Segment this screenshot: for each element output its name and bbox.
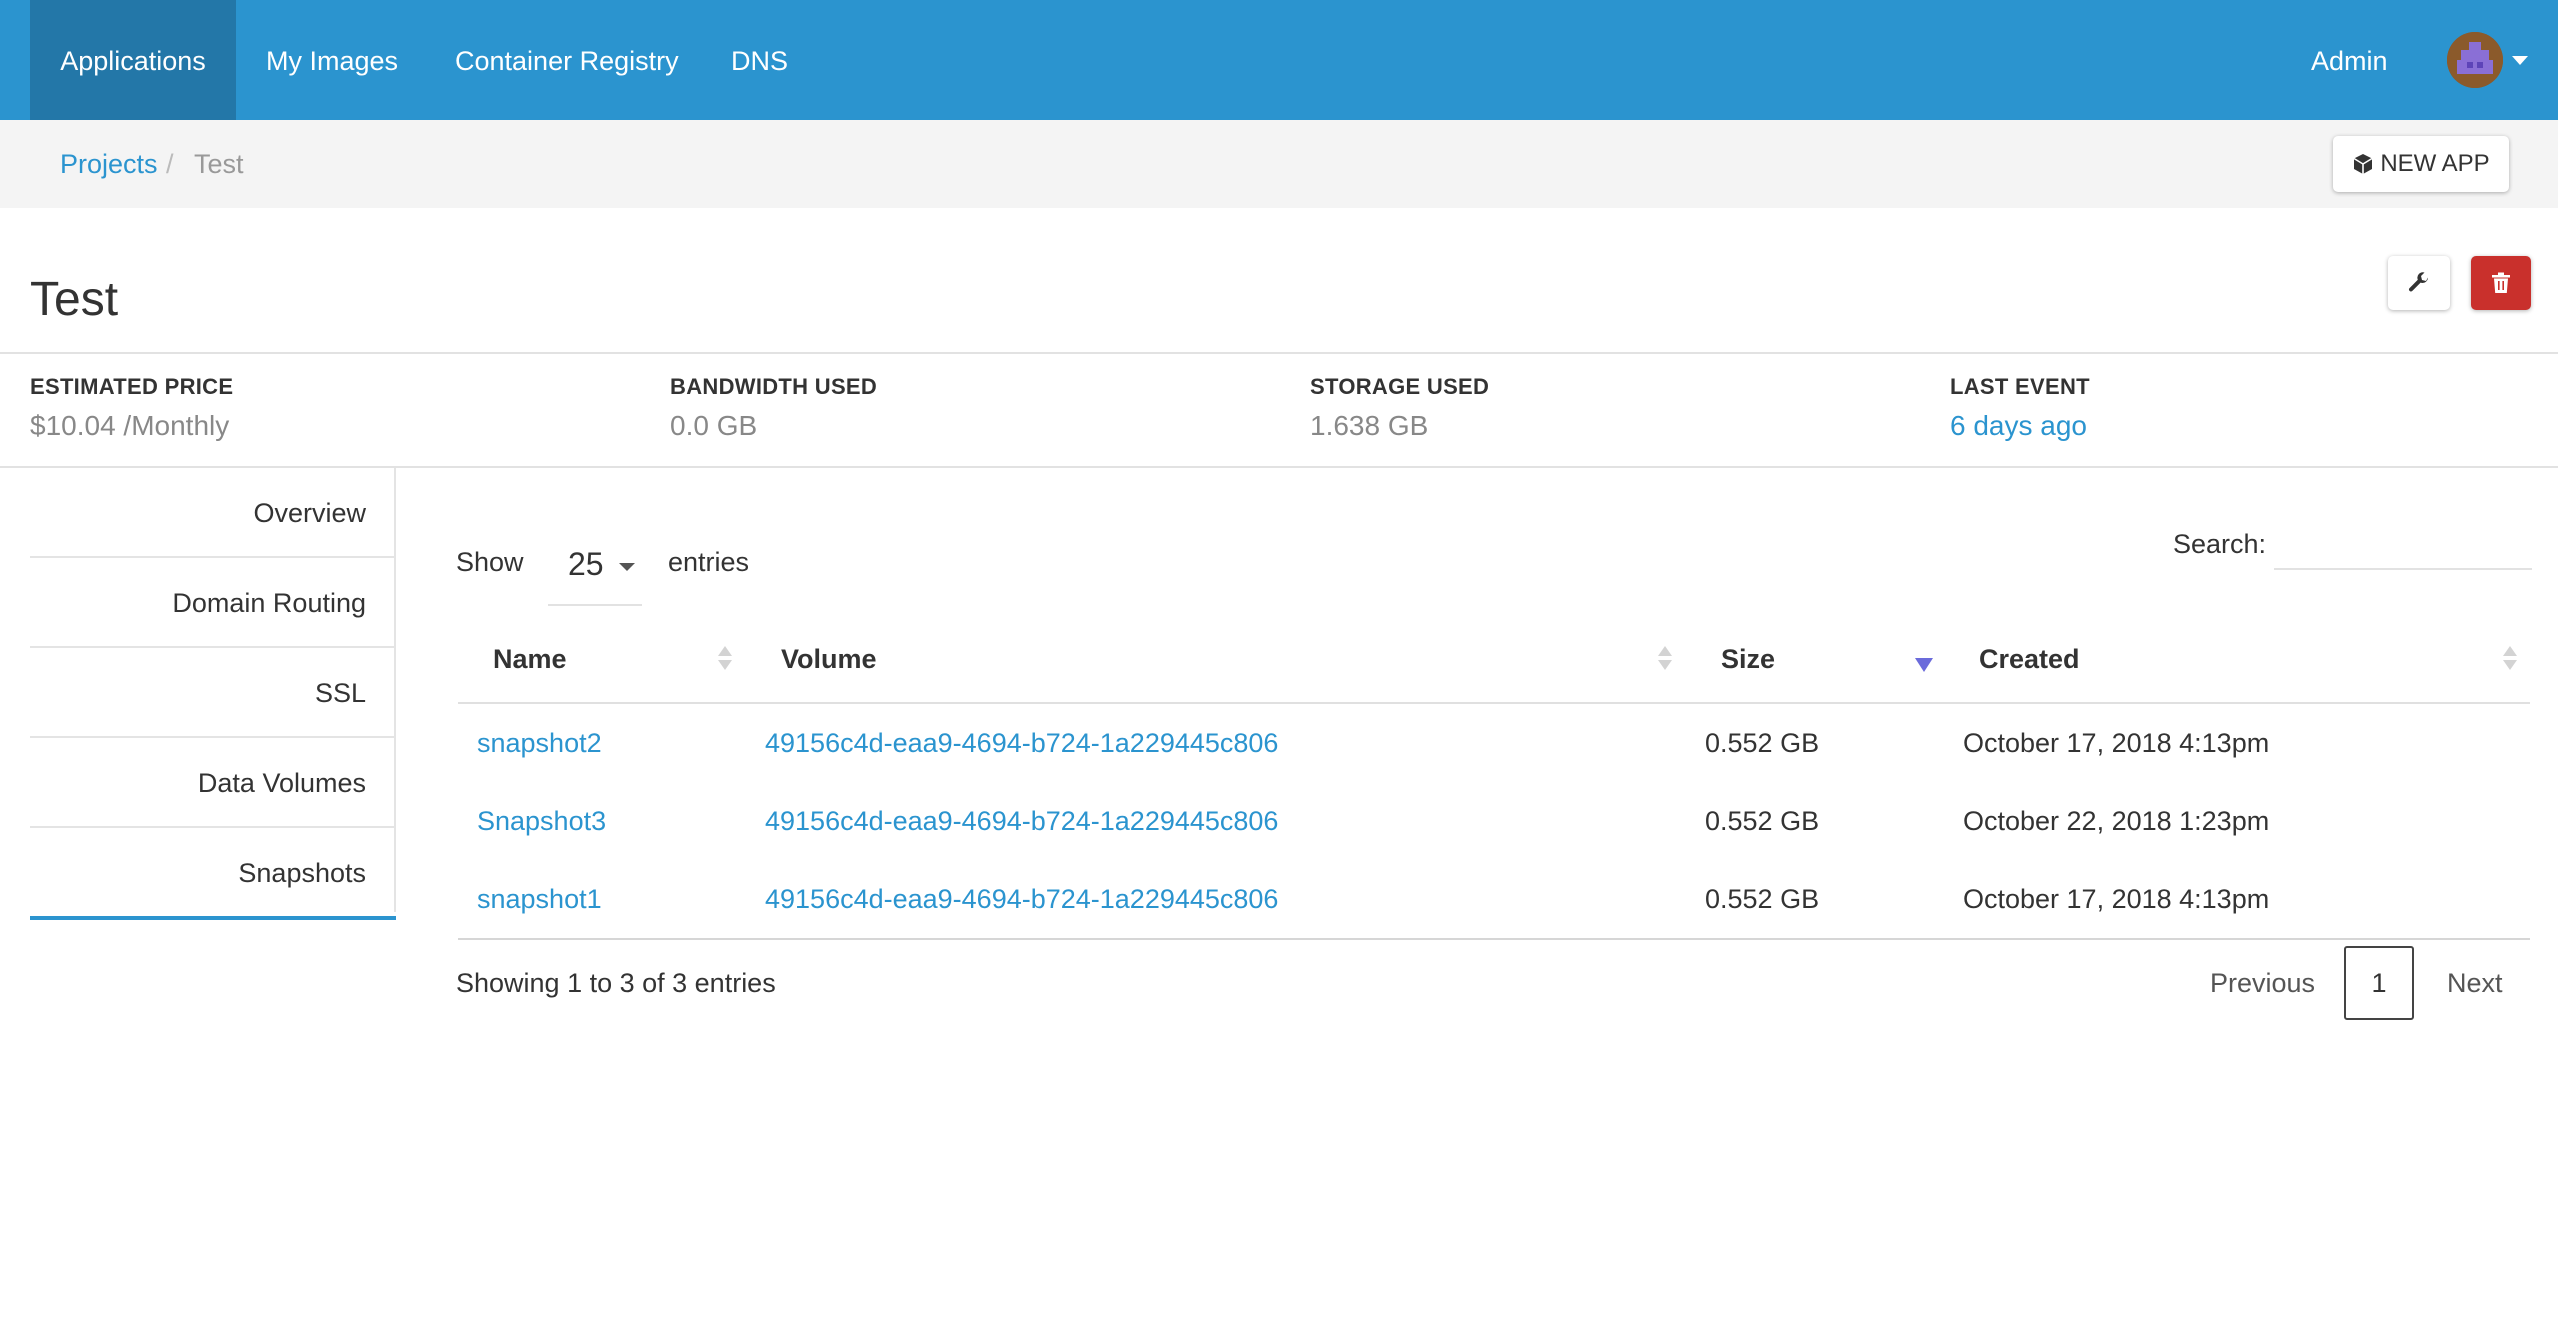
tab-ssl[interactable]: SSL <box>30 648 396 738</box>
volume-link[interactable]: 49156c4d-eaa9-4694-b724-1a229445c806 <box>765 860 1278 938</box>
cube-icon <box>2353 154 2373 174</box>
current-page-button[interactable]: 1 <box>2344 946 2414 1020</box>
top-navbar: Applications My Images Container Registr… <box>0 0 2558 120</box>
tab-overview[interactable]: Overview <box>30 468 396 558</box>
search-input[interactable] <box>2274 526 2532 570</box>
wrench-icon <box>2409 272 2428 292</box>
page-length-select[interactable]: 25 <box>548 536 642 606</box>
divider <box>0 352 2558 354</box>
sort-icon[interactable] <box>718 646 732 674</box>
delete-button[interactable] <box>2471 256 2531 310</box>
trash-icon <box>2492 272 2510 293</box>
avatar[interactable] <box>2447 32 2503 88</box>
next-page-button[interactable]: Next <box>2447 946 2503 1020</box>
new-app-label: NEW APP <box>2380 150 2490 177</box>
table-row: Snapshot3 49156c4d-eaa9-4694-b724-1a2294… <box>458 782 2530 860</box>
stat-value-price: $10.04 /Monthly <box>30 410 230 441</box>
stat-value-last-event[interactable]: 6 days ago <box>1950 410 2087 442</box>
page-length-value: 25 <box>568 546 604 582</box>
size-cell: 0.552 GB <box>1705 806 1820 836</box>
tab-label: Domain Routing <box>172 588 366 618</box>
created-cell: October 17, 2018 4:13pm <box>1963 884 2270 914</box>
table-bottom-divider <box>458 938 2530 940</box>
column-header-name[interactable]: Name <box>493 644 567 675</box>
tab-domain-routing[interactable]: Domain Routing <box>30 558 396 648</box>
search-label: Search: <box>2173 529 2267 559</box>
user-menu-caret-icon[interactable] <box>2512 56 2528 65</box>
sort-icon[interactable] <box>2503 646 2517 674</box>
breadcrumb-current: Test <box>194 149 244 179</box>
nav-applications[interactable]: Applications <box>30 0 236 120</box>
entries-label: entries <box>668 547 750 577</box>
column-header-size[interactable]: Size <box>1721 644 1775 675</box>
snapshot-name-link[interactable]: snapshot2 <box>477 704 602 782</box>
volume-link[interactable]: 49156c4d-eaa9-4694-b724-1a229445c806 <box>765 704 1278 782</box>
column-header-volume[interactable]: Volume <box>781 644 877 675</box>
sort-icon[interactable] <box>1658 646 1672 674</box>
column-header-created[interactable]: Created <box>1979 644 2080 675</box>
stat-label-bandwidth: BANDWIDTH USED <box>670 374 878 399</box>
snapshot-name-link[interactable]: Snapshot3 <box>477 782 606 860</box>
stat-value-storage: 1.638 GB <box>1310 410 1429 441</box>
tab-label: Snapshots <box>238 858 366 888</box>
tab-label: Overview <box>253 498 366 528</box>
page-title: Test <box>30 273 119 326</box>
snapshot-name-link[interactable]: snapshot1 <box>477 860 602 938</box>
new-app-button[interactable]: NEW APP <box>2333 136 2509 192</box>
breadcrumb-projects[interactable]: Projects <box>60 120 158 208</box>
created-cell: October 22, 2018 1:23pm <box>1963 806 2270 836</box>
size-cell: 0.552 GB <box>1705 728 1820 758</box>
chevron-down-icon <box>619 563 635 571</box>
volume-link[interactable]: 49156c4d-eaa9-4694-b724-1a229445c806 <box>765 782 1278 860</box>
nav-dns[interactable]: DNS <box>731 0 788 120</box>
nav-user-name[interactable]: Admin <box>2311 0 2388 120</box>
tab-label: SSL <box>314 678 366 708</box>
stat-label-price: ESTIMATED PRICE <box>30 374 234 399</box>
breadcrumb-bar: Projects / Test <box>0 120 2558 208</box>
avatar-icon <box>2447 32 2503 88</box>
created-cell: October 17, 2018 4:13pm <box>1963 728 2270 758</box>
table-info: Showing 1 to 3 of 3 entries <box>456 968 776 998</box>
table-row: snapshot2 49156c4d-eaa9-4694-b724-1a2294… <box>458 704 2530 782</box>
nav-container-registry[interactable]: Container Registry <box>455 0 679 120</box>
show-label: Show <box>456 547 524 577</box>
stat-label-storage: STORAGE USED <box>1310 374 1490 399</box>
size-cell: 0.552 GB <box>1705 884 1820 914</box>
stat-label-last-event: LAST EVENT <box>1950 374 2090 399</box>
stat-value-bandwidth: 0.0 GB <box>670 410 758 441</box>
tabs-divider <box>394 468 396 912</box>
tab-data-volumes[interactable]: Data Volumes <box>30 738 396 828</box>
nav-my-images[interactable]: My Images <box>266 0 398 120</box>
tab-snapshots[interactable]: Snapshots <box>30 828 396 920</box>
previous-page-button[interactable]: Previous <box>2210 946 2315 1020</box>
tab-label: Data Volumes <box>197 768 366 798</box>
table-row: snapshot1 49156c4d-eaa9-4694-b724-1a2294… <box>458 860 2530 938</box>
breadcrumb-separator: / <box>166 149 174 179</box>
settings-button[interactable] <box>2388 256 2450 310</box>
sort-desc-icon[interactable] <box>1915 658 1933 672</box>
